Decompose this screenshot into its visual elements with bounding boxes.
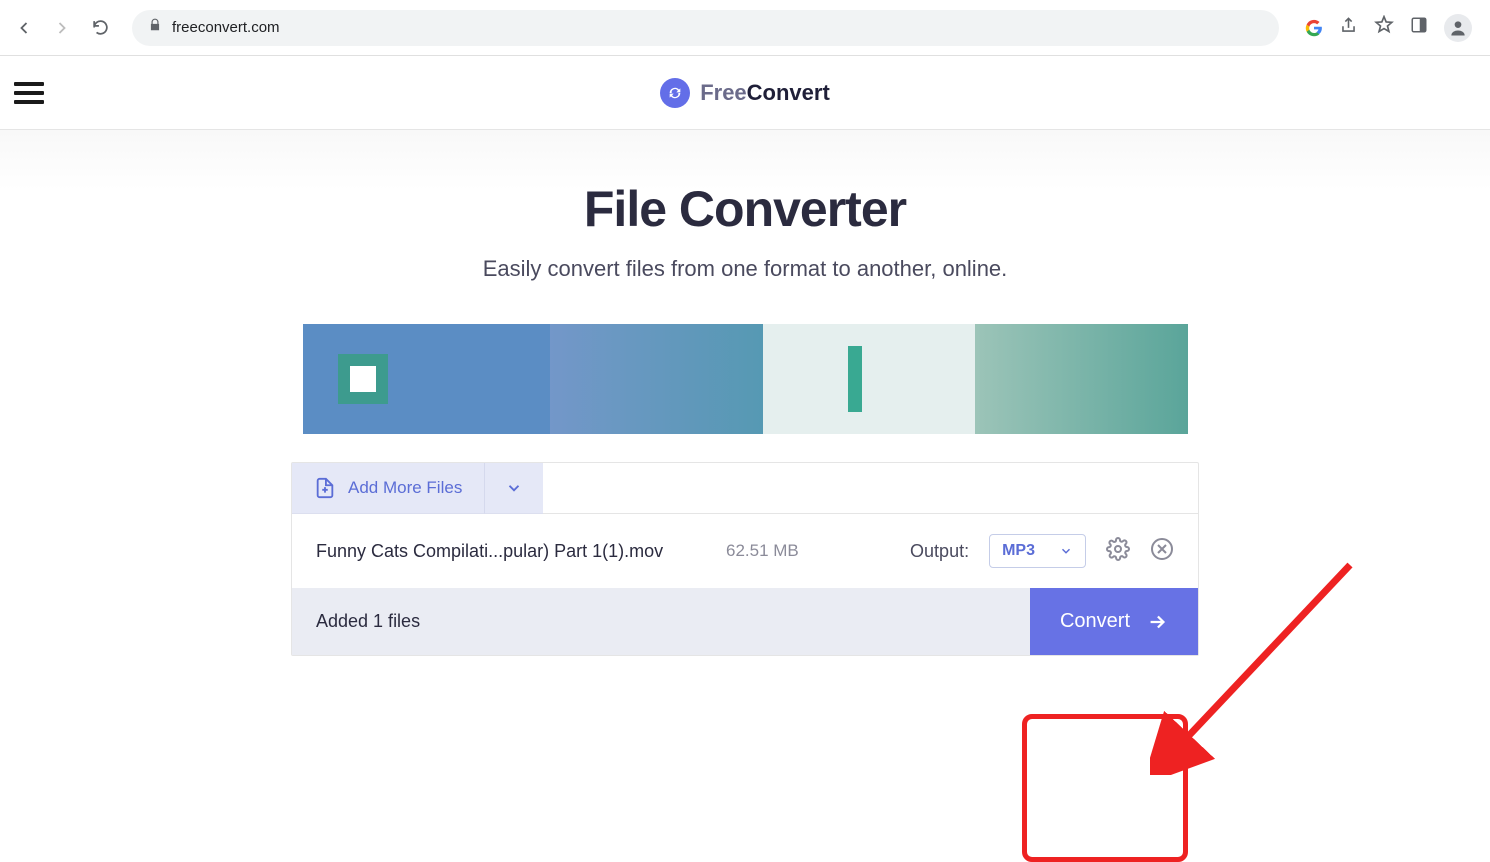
settings-icon[interactable] [1106, 537, 1130, 566]
site-logo[interactable]: FreeConvert [660, 78, 830, 108]
convert-button[interactable]: Convert [1030, 588, 1198, 655]
site-header: FreeConvert [0, 56, 1490, 130]
logo-badge-icon [660, 78, 690, 108]
bookmark-star-icon[interactable] [1374, 15, 1394, 40]
browser-right-icons [1295, 14, 1482, 42]
reload-button[interactable] [84, 12, 116, 44]
file-panel: Add More Files Funny Cats Compilati...pu… [291, 462, 1199, 656]
page-subtitle: Easily convert files from one format to … [290, 256, 1200, 282]
file-row: Funny Cats Compilati...pular) Part 1(1).… [292, 514, 1198, 588]
chevron-down-icon [505, 479, 523, 497]
browser-toolbar: freeconvert.com [0, 0, 1490, 56]
add-file-icon [314, 477, 336, 499]
back-button[interactable] [8, 12, 40, 44]
format-value: MP3 [1002, 542, 1035, 560]
annotation-highlight-box [1022, 714, 1188, 862]
logo-text: FreeConvert [700, 80, 830, 106]
add-files-dropdown[interactable] [485, 463, 543, 514]
page-title: File Converter [290, 180, 1200, 238]
lock-icon [148, 18, 162, 37]
summary-text: Added 1 files [316, 611, 420, 632]
add-more-files-button[interactable]: Add More Files [292, 463, 485, 514]
format-select[interactable]: MP3 [989, 534, 1086, 568]
forward-button[interactable] [46, 12, 78, 44]
profile-avatar[interactable] [1444, 14, 1472, 42]
file-name: Funny Cats Compilati...pular) Part 1(1).… [316, 541, 706, 562]
chevron-down-icon [1059, 544, 1073, 558]
reader-icon[interactable] [1410, 16, 1428, 39]
google-icon[interactable] [1305, 19, 1323, 37]
summary-row: Added 1 files Convert [292, 588, 1198, 655]
remove-file-icon[interactable] [1150, 537, 1174, 566]
ad-banner[interactable] [303, 324, 1188, 434]
hamburger-menu[interactable] [14, 77, 44, 109]
file-size: 62.51 MB [726, 541, 816, 561]
output-label: Output: [910, 541, 969, 562]
add-files-label: Add More Files [348, 478, 462, 498]
main-content: File Converter Easily convert files from… [0, 130, 1490, 760]
convert-label: Convert [1060, 610, 1130, 633]
add-files-bar: Add More Files [292, 463, 1198, 514]
url-text: freeconvert.com [172, 19, 280, 36]
share-icon[interactable] [1339, 16, 1358, 40]
arrow-right-icon [1146, 611, 1168, 633]
address-bar[interactable]: freeconvert.com [132, 10, 1279, 46]
